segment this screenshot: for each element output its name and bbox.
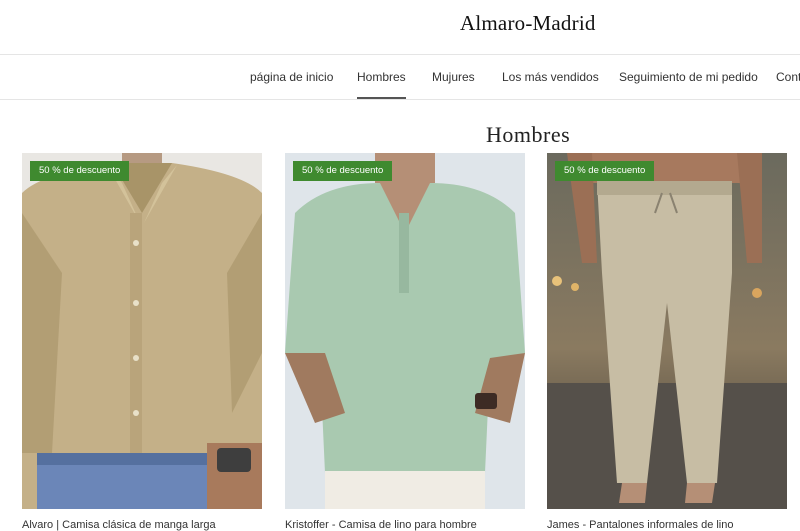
product-image[interactable]	[22, 153, 262, 509]
nav-item-seguimiento[interactable]: Seguimiento de mi pedido	[619, 70, 758, 84]
main-nav: página de inicio Hombres Mujures Los más…	[0, 55, 800, 100]
khaki-shirt-photo	[22, 153, 262, 509]
mint-shirt-photo	[285, 153, 525, 509]
brand-logo[interactable]: Almaro-Madrid	[460, 11, 596, 36]
nav-item-hombres[interactable]: Hombres	[357, 70, 406, 99]
product-title[interactable]: Alvaro | Camisa clásica de manga larga	[22, 519, 216, 531]
product-card[interactable]: 50 % de descuento James - Pantalones inf…	[547, 153, 787, 531]
nav-item-contacto[interactable]: Cont	[776, 70, 800, 84]
page-title: Hombres	[486, 122, 571, 147]
product-image[interactable]	[285, 153, 525, 509]
product-card[interactable]: 50 % de descuento Kristoffer - Camisa de…	[285, 153, 525, 531]
product-card[interactable]: 50 % de descuento Alvaro | Camisa clásic…	[22, 153, 262, 531]
product-title[interactable]: James - Pantalones informales de lino	[547, 519, 733, 531]
linen-pants-photo	[547, 153, 787, 509]
discount-badge: 50 % de descuento	[30, 161, 130, 181]
discount-badge: 50 % de descuento	[293, 161, 393, 181]
discount-badge: 50 % de descuento	[555, 161, 655, 181]
nav-item-mas-vendidos[interactable]: Los más vendidos	[502, 70, 599, 84]
site-header: Almaro-Madrid	[0, 0, 800, 55]
product-title[interactable]: Kristoffer - Camisa de lino para hombre	[285, 519, 477, 531]
nav-item-mujures[interactable]: Mujures	[432, 70, 475, 84]
product-image[interactable]	[547, 153, 787, 509]
nav-item-inicio[interactable]: página de inicio	[250, 70, 333, 84]
